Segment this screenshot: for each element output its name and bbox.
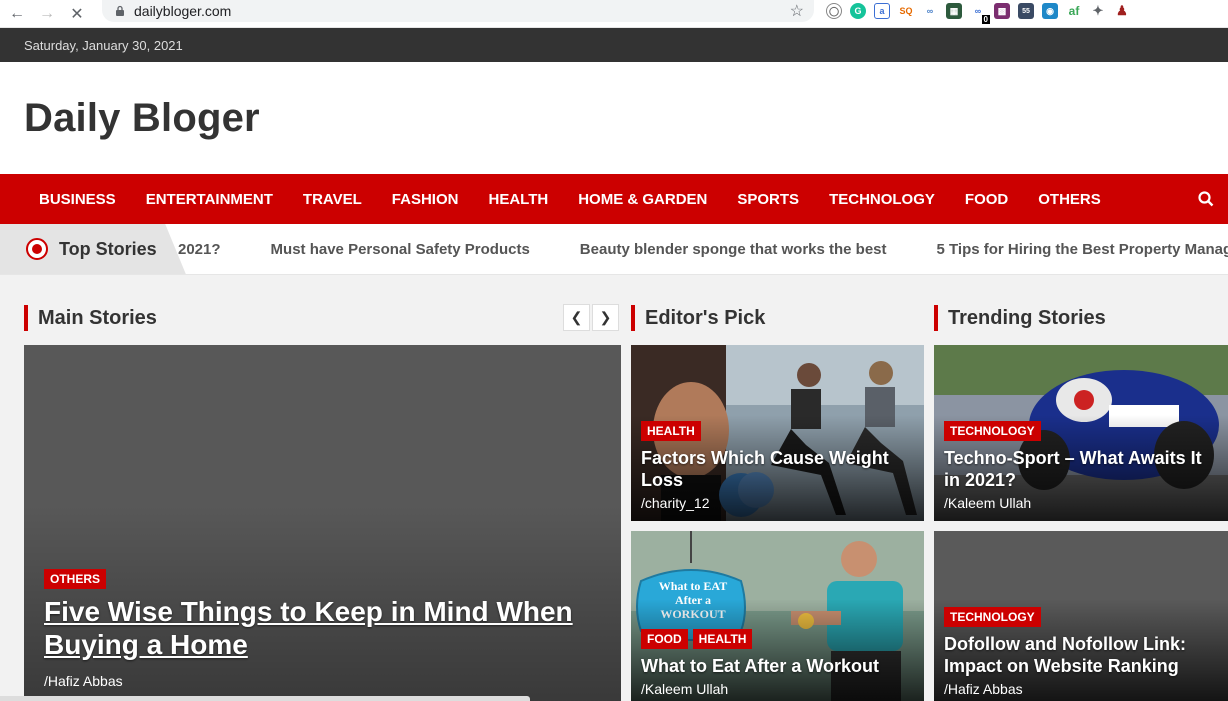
main-navigation: BUSINESS ENTERTAINMENT TRAVEL FASHION HE…: [0, 174, 1228, 224]
nav-item-business[interactable]: BUSINESS: [24, 191, 131, 208]
live-record-icon: [26, 238, 48, 260]
story-author[interactable]: /Kaleem Ullah: [944, 495, 1218, 511]
profile-icon[interactable]: ♟: [1114, 3, 1130, 19]
story-author[interactable]: /charity_12: [641, 495, 914, 511]
extensions-bar: ◯ G a SQ ∞ ▦ ∞ 0 ▩ 55 ◉ af ✦ ♟: [826, 0, 1130, 24]
browser-toolbar: ← → ✕ dailybloger.com ☆ ◯ G a SQ ∞ ▦ ∞ 0 …: [0, 0, 1228, 28]
card-info: OTHERS Five Wise Things to Keep in Mind …: [44, 569, 611, 689]
site-header: Daily Bloger: [0, 62, 1228, 174]
screenshot-icon[interactable]: ▦: [946, 3, 962, 19]
section-title: Editor's Pick: [645, 306, 766, 329]
nav-item-sports[interactable]: SPORTS: [722, 191, 814, 208]
card-info: HEALTH Factors Which Cause Weight Loss /…: [641, 421, 914, 511]
main-stories-heading: Main Stories: [24, 305, 157, 331]
section-title: Trending Stories: [948, 306, 1106, 329]
ext-badge: 0: [981, 15, 990, 24]
current-date: Saturday, January 30, 2021: [24, 37, 183, 53]
nav-item-others[interactable]: OTHERS: [1023, 191, 1116, 208]
chevron-left-icon[interactable]: ❮: [563, 304, 590, 331]
horizontal-scrollbar[interactable]: [0, 696, 530, 701]
nav-item-health[interactable]: HEALTH: [473, 191, 563, 208]
card-info: TECHNOLOGY Techno-Sport – What Awaits It…: [944, 421, 1218, 511]
link-icon[interactable]: ∞: [922, 3, 938, 19]
ticker-item[interactable]: Beauty blender sponge that works the bes…: [580, 241, 887, 258]
story-author[interactable]: /Hafiz Abbas: [944, 681, 1218, 697]
story-title[interactable]: Dofollow and Nofollow Link: Impact on We…: [944, 633, 1218, 677]
main-story-card[interactable]: OTHERS Five Wise Things to Keep in Mind …: [24, 345, 621, 701]
chain-icon[interactable]: ∞ 0: [970, 3, 990, 24]
category-tag[interactable]: FOOD: [641, 629, 688, 649]
back-icon[interactable]: ←: [4, 3, 30, 25]
slider-arrows: ❮ ❯: [563, 304, 619, 331]
ticker-label: Top Stories: [0, 224, 186, 274]
editors-pick-heading: Editor's Pick: [631, 305, 765, 331]
card-info: FOOD HEALTH What to Eat After a Workout …: [641, 629, 914, 697]
bookmark-star-icon[interactable]: ☆: [790, 1, 804, 21]
category-tag[interactable]: TECHNOLOGY: [944, 421, 1041, 441]
search-icon[interactable]: [1198, 191, 1214, 207]
nav-item-technology[interactable]: TECHNOLOGY: [814, 191, 950, 208]
site-title[interactable]: Daily Bloger: [24, 96, 260, 141]
top-date-bar: Saturday, January 30, 2021: [0, 28, 1228, 62]
chevron-right-icon[interactable]: ❯: [592, 304, 619, 331]
extensions-puzzle-icon[interactable]: ✦: [1090, 3, 1106, 19]
ext-translate-icon[interactable]: a: [874, 3, 890, 19]
editors-pick-card[interactable]: HEALTH Factors Which Cause Weight Loss /…: [631, 345, 924, 521]
content-area: Main Stories ❮ ❯ Editor's Pick Trending …: [0, 275, 1228, 701]
category-tag[interactable]: TECHNOLOGY: [944, 607, 1041, 627]
url-text: dailybloger.com: [134, 3, 232, 19]
nav-item-travel[interactable]: TRAVEL: [288, 191, 377, 208]
nav-item-entertainment[interactable]: ENTERTAINMENT: [131, 191, 288, 208]
trending-stories-heading: Trending Stories: [934, 305, 1106, 331]
category-tag[interactable]: HEALTH: [692, 629, 753, 649]
editors-pick-card[interactable]: What to EAT After a WORKOUT FOOD HEALTH …: [631, 531, 924, 701]
story-author[interactable]: /Kaleem Ullah: [641, 681, 914, 697]
story-author[interactable]: /Hafiz Abbas: [44, 673, 611, 689]
ticker-item[interactable]: 5 Tips for Hiring the Best Property Mana…: [937, 241, 1228, 258]
globe-icon[interactable]: ◯: [826, 3, 842, 19]
ticker-label-text: Top Stories: [59, 238, 157, 259]
ext-af-icon[interactable]: af: [1066, 3, 1082, 19]
card-info: TECHNOLOGY Dofollow and Nofollow Link: I…: [944, 607, 1218, 697]
ticker-items: 2021? Must have Personal Safety Products…: [178, 224, 1228, 274]
lock-icon: [116, 5, 124, 16]
ticker-item[interactable]: 2021?: [178, 241, 221, 258]
nav-item-home-garden[interactable]: HOME & GARDEN: [563, 191, 722, 208]
nav-item-fashion[interactable]: FASHION: [377, 191, 474, 208]
grammarly-icon[interactable]: G: [850, 3, 866, 19]
category-tag[interactable]: OTHERS: [44, 569, 107, 589]
top-stories-ticker: Top Stories 2021? Must have Personal Saf…: [0, 224, 1228, 275]
ext-blue-icon[interactable]: ◉: [1042, 3, 1058, 19]
address-bar[interactable]: dailybloger.com ☆: [102, 0, 814, 22]
seoquake-icon[interactable]: SQ: [898, 3, 914, 19]
category-tag[interactable]: HEALTH: [641, 421, 701, 441]
nav-item-food[interactable]: FOOD: [950, 191, 1023, 208]
story-title[interactable]: Techno-Sport – What Awaits It in 2021?: [944, 447, 1218, 491]
story-title[interactable]: Factors Which Cause Weight Loss: [641, 447, 914, 491]
trending-story-card[interactable]: TECHNOLOGY Dofollow and Nofollow Link: I…: [934, 531, 1228, 701]
trending-story-card[interactable]: TECHNOLOGY Techno-Sport – What Awaits It…: [934, 345, 1228, 521]
story-title[interactable]: Five Wise Things to Keep in Mind When Bu…: [44, 595, 611, 661]
ticker-item[interactable]: Must have Personal Safety Products: [271, 241, 530, 258]
section-title: Main Stories: [38, 306, 157, 329]
ext-purple-icon[interactable]: ▩: [994, 3, 1010, 19]
stop-loading-icon[interactable]: ✕: [64, 3, 90, 25]
ext-55-icon[interactable]: 55: [1018, 3, 1034, 19]
forward-icon[interactable]: →: [34, 3, 60, 25]
story-title[interactable]: What to Eat After a Workout: [641, 655, 914, 677]
